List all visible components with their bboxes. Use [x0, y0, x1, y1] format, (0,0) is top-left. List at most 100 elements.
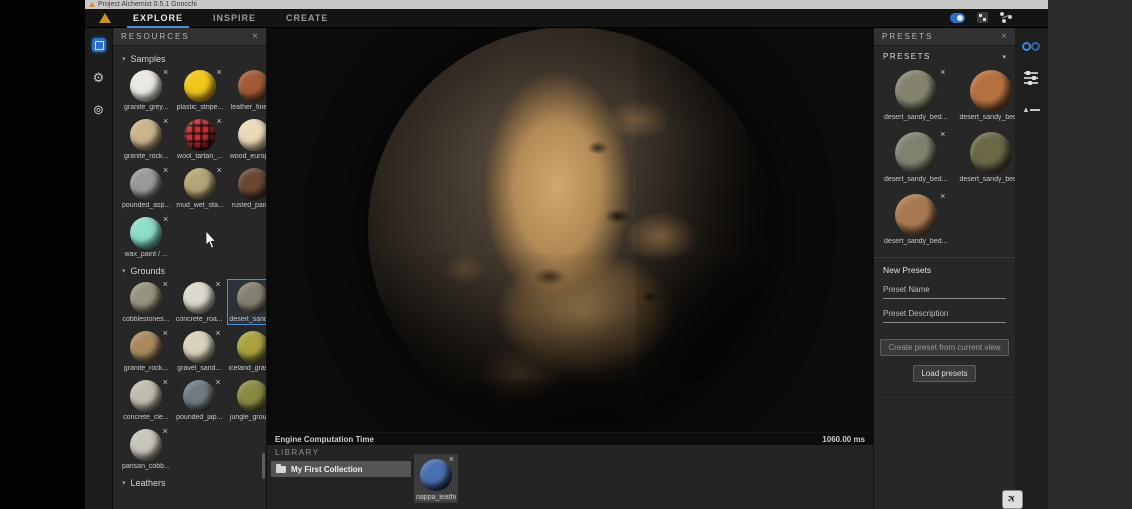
material-thumb[interactable]: ×jungle_groun... [227, 377, 267, 423]
thumb-close-icon[interactable]: × [163, 280, 168, 289]
material-sphere[interactable] [237, 282, 267, 314]
material-thumb[interactable]: ×concrete_roa... [174, 279, 225, 325]
create-preset-button[interactable]: Create preset from current view [880, 339, 1008, 356]
send-feedback-button[interactable]: ✈ [1002, 490, 1023, 509]
material-sphere[interactable] [184, 70, 216, 102]
load-presets-button[interactable]: Load presets [913, 365, 975, 382]
material-sphere[interactable] [130, 119, 162, 151]
sliders-icon[interactable] [1022, 69, 1040, 87]
resources-scrollbar[interactable] [262, 453, 265, 479]
thumb-close-icon[interactable]: × [215, 378, 220, 387]
material-sphere[interactable] [130, 282, 162, 314]
layout-grid-icon[interactable] [977, 12, 988, 23]
material-thumb[interactable]: ×wool_tartan_... [174, 116, 225, 162]
materials-cube-icon[interactable] [90, 36, 108, 54]
material-sphere[interactable] [238, 168, 267, 200]
section-header-leathers[interactable]: ▾Leathers [122, 478, 261, 488]
material-thumb[interactable]: ×cobblestones... [120, 279, 172, 325]
material-sphere[interactable] [184, 168, 216, 200]
toggle-icon[interactable] [950, 13, 965, 23]
material-sphere[interactable] [130, 70, 162, 102]
thumb-close-icon[interactable]: × [216, 166, 221, 175]
thumb-close-icon[interactable]: × [940, 130, 945, 139]
material-sphere[interactable] [420, 459, 452, 491]
thumb-close-icon[interactable]: × [163, 117, 168, 126]
material-preview-sphere[interactable] [368, 28, 771, 430]
gear-icon[interactable]: ⚙ [90, 68, 108, 86]
preset-description-field[interactable]: Preset Description [883, 309, 1006, 323]
material-sphere[interactable] [183, 331, 215, 363]
material-sphere[interactable] [130, 429, 162, 461]
material-sphere[interactable] [130, 217, 162, 249]
section-header-samples[interactable]: ▾Samples [122, 54, 261, 64]
material-thumb[interactable]: ×mud_wet_sta... [174, 165, 225, 211]
thumb-close-icon[interactable]: × [940, 192, 945, 201]
material-sphere[interactable] [130, 168, 162, 200]
thumb-close-icon[interactable]: × [940, 68, 945, 77]
material-sphere[interactable] [895, 70, 937, 112]
material-thumb[interactable]: ×leather_fine_... [228, 67, 267, 113]
material-sphere[interactable] [238, 70, 267, 102]
material-thumb[interactable]: ×gravel_sand... [174, 328, 225, 374]
scene-rings-icon[interactable] [1022, 38, 1040, 56]
material-thumb[interactable]: ×wax_paint / ... [120, 214, 172, 260]
material-thumb[interactable]: ×desert_sandy... [227, 279, 267, 325]
material-thumb[interactable]: ×iceland_grass... [227, 328, 267, 374]
thumb-close-icon[interactable]: × [163, 166, 168, 175]
section-header-grounds[interactable]: ▾Grounds [122, 266, 261, 276]
material-sphere[interactable] [184, 119, 216, 151]
thumb-close-icon[interactable]: × [449, 455, 454, 464]
material-thumb[interactable]: ×desert_sandy_bed... [882, 129, 949, 185]
material-thumb[interactable]: ×wood_europe... [228, 116, 267, 162]
collection-row[interactable]: My First Collection [271, 461, 411, 477]
material-thumb[interactable]: ×granite_rock... [120, 116, 172, 162]
material-thumb[interactable]: ×pounded_jap... [174, 377, 225, 423]
close-icon[interactable]: × [1001, 32, 1007, 42]
material-thumb[interactable]: ×pounded_asp... [120, 165, 172, 211]
thumb-close-icon[interactable]: × [163, 68, 168, 77]
material-sphere[interactable] [183, 282, 215, 314]
material-sphere[interactable] [970, 132, 1012, 174]
material-sphere[interactable] [238, 119, 267, 151]
thumb-close-icon[interactable]: × [163, 215, 168, 224]
thumb-close-icon[interactable]: × [216, 117, 221, 126]
material-thumb[interactable]: ×rusted_paint... [228, 165, 267, 211]
thumb-close-icon[interactable]: × [215, 280, 220, 289]
material-sphere[interactable] [237, 331, 267, 363]
close-icon[interactable]: × [252, 32, 258, 42]
tab-create[interactable]: CREATE [284, 10, 330, 27]
thumb-close-icon[interactable]: × [163, 329, 168, 338]
window-title: Project Alchemist 0.5.1 Gnocchi [98, 1, 197, 9]
material-sphere[interactable] [130, 331, 162, 363]
material-thumb[interactable]: ×concrete_cle... [120, 377, 172, 423]
tab-inspire[interactable]: INSPIRE [211, 10, 258, 27]
material-thumb[interactable]: ×desert_sandy_bed... [882, 191, 949, 247]
chevron-down-icon: ▾ [122, 267, 126, 275]
viewport-3d[interactable]: Engine Computation Time 1060.00 ms LIBRA… [267, 28, 873, 509]
preset-name-underline [883, 298, 1006, 299]
thumb-close-icon[interactable]: × [216, 68, 221, 77]
preset-name-field[interactable]: Preset Name [883, 285, 1006, 299]
tab-explore[interactable]: EXPLORE [131, 10, 185, 27]
material-thumb[interactable]: ×granite_grey... [120, 67, 172, 113]
thumb-close-icon[interactable]: × [163, 378, 168, 387]
material-sphere[interactable] [130, 380, 162, 412]
export-icon[interactable]: ▲ [1022, 100, 1040, 118]
material-thumb[interactable]: ×desert_sandy_bed... [882, 67, 949, 123]
new-presets-title: New Presets [883, 265, 1006, 275]
palette-icon[interactable]: ⊚ [90, 100, 108, 118]
material-sphere[interactable] [970, 70, 1012, 112]
presets-group-header[interactable]: PRESETS ▾ [874, 46, 1015, 65]
thumb-close-icon[interactable]: × [215, 329, 220, 338]
material-thumb[interactable]: ×nappa_leathe... [414, 454, 458, 503]
material-sphere[interactable] [895, 132, 937, 174]
thumb-close-icon[interactable]: × [163, 427, 168, 436]
material-sphere[interactable] [237, 380, 267, 412]
material-thumb[interactable]: ×parisan_cobb... [120, 426, 172, 472]
material-sphere[interactable] [895, 194, 937, 236]
material-thumb[interactable]: ×plastic_stripe... [174, 67, 225, 113]
section-label: Samples [131, 54, 166, 64]
material-thumb[interactable]: ×granite_rock... [120, 328, 172, 374]
share-icon[interactable] [1000, 12, 1012, 23]
material-sphere[interactable] [183, 380, 215, 412]
